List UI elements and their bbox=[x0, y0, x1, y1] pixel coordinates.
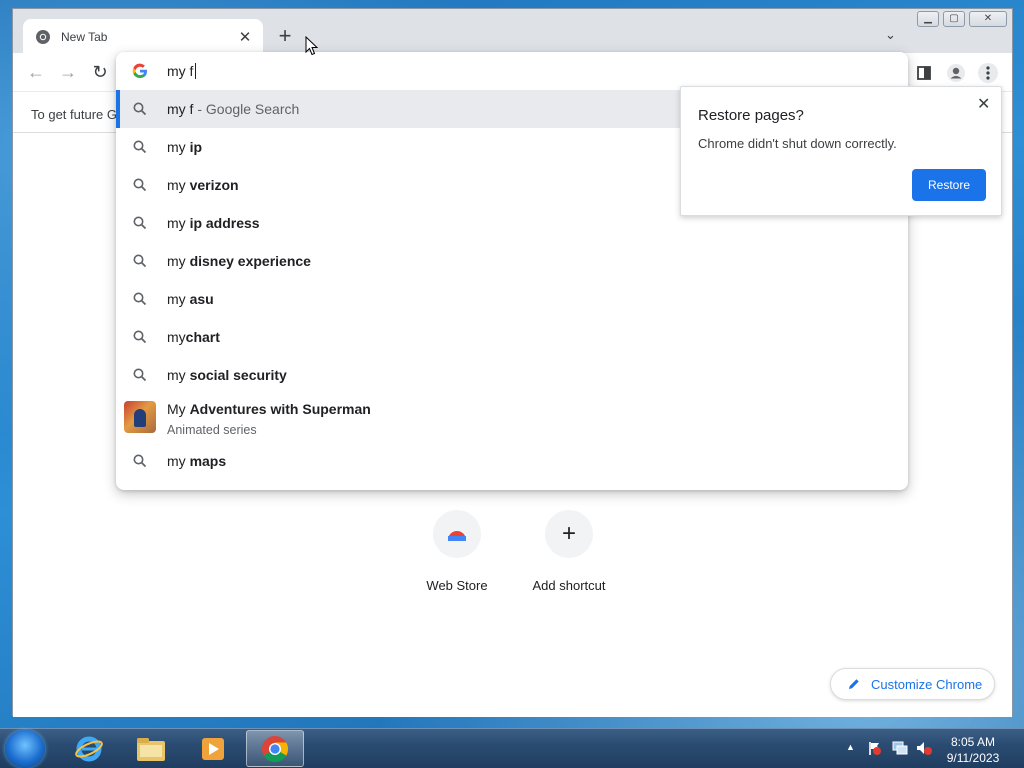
tab-search-icon[interactable]: ⌄ bbox=[885, 27, 896, 43]
media-player-icon bbox=[202, 737, 224, 760]
suggestion-row[interactable]: mychart bbox=[116, 318, 908, 356]
suggestion-text: my ip address bbox=[167, 215, 260, 231]
restore-button[interactable]: Restore bbox=[912, 169, 986, 201]
search-icon bbox=[133, 454, 147, 471]
dialog-title: Restore pages? bbox=[698, 107, 804, 124]
suggestion-text: my verizon bbox=[167, 177, 239, 193]
suggestion-row[interactable]: my disney experience bbox=[116, 242, 908, 280]
info-bar-text: To get future G bbox=[31, 107, 117, 122]
search-icon bbox=[133, 254, 147, 271]
pencil-icon bbox=[849, 679, 859, 689]
suggestion-text: my f - Google Search bbox=[167, 101, 300, 117]
internet-explorer-icon bbox=[75, 736, 103, 761]
suggestion-text: My Adventures with Superman Animated seri… bbox=[167, 401, 371, 437]
start-button[interactable] bbox=[5, 730, 45, 768]
close-window-button[interactable]: ✕ bbox=[969, 11, 1007, 27]
clock-date: 9/11/2023 bbox=[946, 751, 1000, 765]
suggestion-text: my asu bbox=[167, 291, 214, 307]
tray-expand-icon[interactable]: ▲ bbox=[846, 742, 855, 752]
folder-icon bbox=[137, 737, 165, 761]
windows-taskbar: ▲ 8:05 AM 9/11/2023 bbox=[0, 728, 1024, 768]
google-g-icon bbox=[132, 63, 147, 79]
suggestion-row[interactable]: My Adventures with Superman Animated seri… bbox=[116, 394, 908, 442]
forward-arrow-icon[interactable]: → bbox=[57, 61, 79, 83]
menu-kebab-icon[interactable] bbox=[977, 62, 999, 84]
side-panel-icon[interactable] bbox=[913, 62, 935, 84]
reload-icon[interactable]: ↻ bbox=[89, 61, 111, 83]
suggestion-text: my maps bbox=[167, 453, 227, 469]
suggestion-text: mychart bbox=[167, 329, 220, 345]
suggestion-row[interactable]: my maps bbox=[116, 442, 908, 480]
tab-strip: New Tab ✕ + ⌄ ▁ ▢ ✕ bbox=[13, 9, 1012, 55]
tab-close-icon[interactable]: ✕ bbox=[237, 28, 253, 46]
taskbar-chrome[interactable] bbox=[246, 730, 304, 767]
taskbar-media-player[interactable] bbox=[184, 730, 242, 767]
action-center-flag-icon[interactable] bbox=[866, 740, 882, 756]
mouse-cursor-icon bbox=[305, 36, 319, 56]
network-icon[interactable] bbox=[891, 740, 909, 756]
shortcut-web-store[interactable]: Web Store bbox=[402, 510, 512, 593]
tab-new-tab[interactable]: New Tab ✕ bbox=[23, 19, 263, 55]
volume-muted-icon[interactable] bbox=[915, 740, 933, 756]
suggestion-row[interactable]: my asu bbox=[116, 280, 908, 318]
web-store-icon bbox=[433, 510, 481, 558]
chrome-icon bbox=[36, 30, 50, 44]
suggestion-row[interactable]: my social security bbox=[116, 356, 908, 394]
omnibox-text: my f bbox=[167, 63, 197, 79]
new-tab-button[interactable]: + bbox=[271, 23, 299, 51]
search-icon bbox=[133, 330, 147, 347]
suggestion-text: my disney experience bbox=[167, 253, 311, 269]
search-icon bbox=[133, 102, 147, 119]
suggestion-thumbnail bbox=[124, 401, 156, 433]
search-icon bbox=[133, 368, 147, 385]
search-icon bbox=[133, 140, 147, 157]
close-icon[interactable]: ✕ bbox=[977, 94, 990, 114]
shortcut-label: Web Store bbox=[426, 578, 488, 593]
profile-icon[interactable] bbox=[945, 62, 967, 84]
maximize-button[interactable]: ▢ bbox=[943, 11, 965, 27]
dialog-message: Chrome didn't shut down correctly. bbox=[698, 136, 897, 151]
back-arrow-icon[interactable]: ← bbox=[25, 61, 47, 83]
shortcut-label: Add shortcut bbox=[532, 578, 606, 593]
add-icon: + bbox=[545, 510, 593, 558]
taskbar-internet-explorer[interactable] bbox=[60, 730, 118, 767]
clock-time: 8:05 AM bbox=[950, 735, 996, 749]
restore-pages-dialog: Restore pages? ✕ Chrome didn't shut down… bbox=[680, 86, 1002, 216]
minimize-button[interactable]: ▁ bbox=[917, 11, 939, 27]
taskbar-file-explorer[interactable] bbox=[122, 730, 180, 767]
customize-chrome-button[interactable]: Customize Chrome bbox=[830, 668, 995, 700]
suggestion-subtitle: Animated series bbox=[167, 423, 257, 437]
system-clock[interactable]: 8:05 AM 9/11/2023 bbox=[943, 734, 1003, 766]
search-icon bbox=[133, 292, 147, 309]
chrome-icon bbox=[262, 735, 289, 762]
suggestion-text: my ip bbox=[167, 139, 203, 155]
shortcut-add[interactable]: + Add shortcut bbox=[514, 510, 624, 593]
search-icon bbox=[133, 178, 147, 195]
tab-title: New Tab bbox=[61, 30, 108, 44]
omnibox-input[interactable]: my f bbox=[116, 52, 908, 90]
search-icon bbox=[133, 216, 147, 233]
suggestion-text: my social security bbox=[167, 367, 287, 383]
customize-chrome-label: Customize Chrome bbox=[871, 676, 983, 692]
